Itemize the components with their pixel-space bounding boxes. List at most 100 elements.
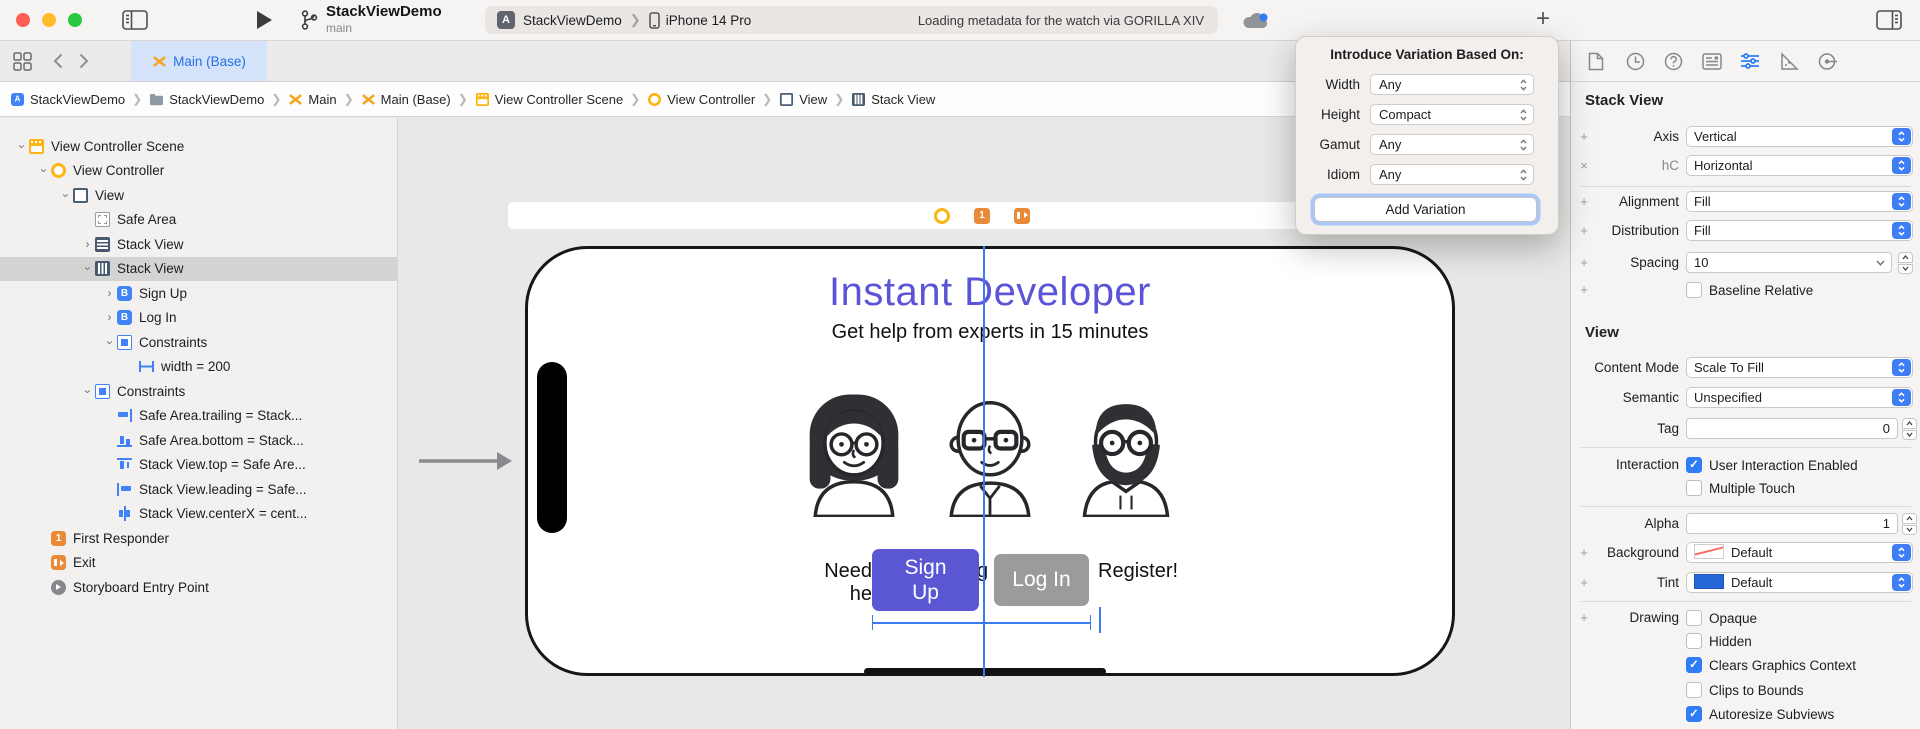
first-responder-dock-icon[interactable] bbox=[974, 208, 990, 224]
user-interaction-checkbox[interactable]: ✓ User Interaction Enabled bbox=[1686, 455, 1858, 475]
disclosure-chevron[interactable]: › bbox=[80, 384, 95, 399]
jump-item-view-controller[interactable]: View Controller bbox=[647, 92, 755, 107]
history-inspector-icon[interactable] bbox=[1625, 51, 1645, 71]
outline-row-constraint-centerx[interactable]: Stack View.centerX = cent... bbox=[0, 502, 397, 527]
hidden-checkbox[interactable]: Hidden bbox=[1686, 631, 1752, 651]
app-title-label[interactable]: Instant Developer bbox=[528, 270, 1452, 315]
sign-up-button[interactable]: Sign Up bbox=[872, 549, 979, 611]
scheme-name[interactable]: StackViewDemo bbox=[523, 13, 622, 28]
outline-row-view-controller[interactable]: › View Controller bbox=[0, 159, 397, 184]
baseline-relative-checkbox[interactable]: Baseline Relative bbox=[1686, 280, 1813, 300]
outline-row-width-constraint[interactable]: width = 200 bbox=[0, 355, 397, 380]
alpha-stepper[interactable] bbox=[1902, 513, 1917, 535]
outline-row-stack-view-h[interactable]: › Stack View bbox=[0, 232, 397, 257]
outline-row-safe-area[interactable]: Safe Area bbox=[0, 208, 397, 233]
jump-item-stack-view[interactable]: Stack View bbox=[851, 92, 935, 107]
disclosure-chevron[interactable]: › bbox=[102, 286, 117, 301]
zoom-window-button[interactable] bbox=[68, 13, 82, 27]
outline-row-exit[interactable]: Exit bbox=[0, 551, 397, 576]
avatar-beard-glasses[interactable] bbox=[1060, 380, 1193, 517]
outline-row-constraint-bottom[interactable]: Safe Area.bottom = Stack... bbox=[0, 428, 397, 453]
axis-popup[interactable]: Vertical bbox=[1686, 126, 1913, 147]
add-variation-button[interactable]: Add Variation bbox=[1314, 197, 1537, 222]
content-mode-popup[interactable]: Scale To Fill bbox=[1686, 357, 1913, 378]
outline-row-entry-point[interactable]: Storyboard Entry Point bbox=[0, 575, 397, 600]
outline-row-sign-up[interactable]: › Sign Up bbox=[0, 281, 397, 306]
disclosure-chevron[interactable]: › bbox=[102, 335, 117, 350]
editor-grid-icon[interactable] bbox=[8, 50, 36, 72]
disclosure-chevron[interactable]: › bbox=[58, 188, 73, 203]
file-inspector-icon[interactable] bbox=[1586, 51, 1606, 71]
outline-row-view[interactable]: › View bbox=[0, 183, 397, 208]
avatar-woman-glasses[interactable] bbox=[788, 380, 921, 517]
cloud-status-icon[interactable] bbox=[1240, 10, 1272, 32]
outline-row-constraint-trailing[interactable]: Safe Area.trailing = Stack... bbox=[0, 404, 397, 429]
jump-item-project[interactable]: StackViewDemo bbox=[10, 92, 125, 107]
view-controller-dock-icon[interactable] bbox=[934, 208, 950, 224]
multiple-touch-checkbox[interactable]: Multiple Touch bbox=[1686, 478, 1795, 498]
minimize-window-button[interactable] bbox=[42, 13, 56, 27]
help-inspector-icon[interactable] bbox=[1663, 51, 1683, 71]
tab-main-base[interactable]: Main (Base) bbox=[131, 41, 267, 81]
jump-item-view[interactable]: View bbox=[779, 92, 827, 107]
close-window-button[interactable] bbox=[16, 13, 30, 27]
spacing-stepper[interactable] bbox=[1898, 252, 1913, 274]
axis-variant-popup[interactable]: Horizontal bbox=[1686, 155, 1913, 176]
checkbox-checked[interactable]: ✓ bbox=[1686, 657, 1702, 673]
scheme-selector[interactable]: A StackViewDemo ❯ iPhone 14 Pro Loading … bbox=[485, 6, 1218, 34]
outline-row-scene[interactable]: › View Controller Scene bbox=[0, 134, 397, 159]
disclosure-chevron[interactable]: › bbox=[36, 163, 51, 178]
jump-item-scene[interactable]: View Controller Scene bbox=[475, 92, 623, 107]
forward-button[interactable] bbox=[74, 51, 94, 71]
disclosure-chevron[interactable]: › bbox=[14, 139, 29, 154]
opaque-checkbox[interactable]: Opaque bbox=[1686, 608, 1757, 628]
exit-dock-icon[interactable] bbox=[1014, 208, 1030, 224]
gamut-dropdown[interactable]: Any bbox=[1370, 134, 1534, 155]
size-inspector-icon[interactable] bbox=[1779, 51, 1799, 71]
jump-item-main[interactable]: Main bbox=[288, 92, 336, 107]
app-subtitle-label[interactable]: Get help from experts in 15 minutes bbox=[528, 321, 1452, 344]
checkbox-unchecked[interactable] bbox=[1686, 682, 1702, 698]
left-sidebar-toggle-icon[interactable] bbox=[120, 9, 150, 31]
checkbox-unchecked[interactable] bbox=[1686, 480, 1702, 496]
checkbox-unchecked[interactable] bbox=[1686, 282, 1702, 298]
semantic-popup[interactable]: Unspecified bbox=[1686, 387, 1913, 408]
background-popup[interactable]: Default bbox=[1686, 542, 1913, 563]
outline-row-log-in[interactable]: › Log In bbox=[0, 306, 397, 331]
add-button[interactable]: + bbox=[1530, 6, 1556, 32]
distribution-popup[interactable]: Fill bbox=[1686, 220, 1913, 241]
outline-row-constraints-outer[interactable]: › Constraints bbox=[0, 379, 397, 404]
tag-field[interactable]: 0 bbox=[1686, 418, 1898, 439]
outline-row-stack-view-selected[interactable]: › Stack View bbox=[0, 257, 397, 282]
checkbox-unchecked[interactable] bbox=[1686, 633, 1702, 649]
log-in-button[interactable]: Log In bbox=[994, 554, 1089, 606]
disclosure-chevron[interactable]: › bbox=[80, 261, 95, 276]
tint-popup[interactable]: Default bbox=[1686, 572, 1913, 593]
checkbox-checked[interactable]: ✓ bbox=[1686, 457, 1702, 473]
add-variation-icon[interactable]: + bbox=[1577, 279, 1591, 301]
outline-row-constraint-leading[interactable]: Stack View.leading = Safe... bbox=[0, 477, 397, 502]
connections-inspector-icon[interactable] bbox=[1818, 51, 1838, 71]
height-dropdown[interactable]: Compact bbox=[1370, 104, 1534, 125]
disclosure-chevron[interactable]: › bbox=[80, 237, 95, 252]
jump-item-folder[interactable]: StackViewDemo bbox=[149, 92, 264, 107]
checkbox-checked[interactable]: ✓ bbox=[1686, 706, 1702, 722]
autoresize-checkbox[interactable]: ✓ Autoresize Subviews bbox=[1686, 704, 1834, 724]
clears-graphics-checkbox[interactable]: ✓ Clears Graphics Context bbox=[1686, 655, 1856, 675]
back-button[interactable] bbox=[48, 51, 68, 71]
disclosure-chevron[interactable]: › bbox=[102, 310, 117, 325]
alignment-popup[interactable]: Fill bbox=[1686, 191, 1913, 212]
outline-row-constraint-top[interactable]: Stack View.top = Safe Are... bbox=[0, 453, 397, 478]
run-button[interactable] bbox=[254, 11, 274, 29]
idiom-dropdown[interactable]: Any bbox=[1370, 164, 1534, 185]
tag-stepper[interactable] bbox=[1902, 418, 1917, 440]
run-destination[interactable]: iPhone 14 Pro bbox=[666, 13, 752, 28]
clips-to-bounds-checkbox[interactable]: Clips to Bounds bbox=[1686, 680, 1804, 700]
alpha-field[interactable]: 1 bbox=[1686, 513, 1898, 534]
jump-item-main-base[interactable]: Main (Base) bbox=[361, 92, 451, 107]
iphone-14-pro-canvas[interactable]: Instant Developer Get help from experts … bbox=[525, 246, 1455, 676]
quick-help-inspector-icon[interactable] bbox=[1702, 51, 1722, 71]
checkbox-unchecked[interactable] bbox=[1686, 610, 1702, 626]
attributes-inspector-icon[interactable] bbox=[1740, 51, 1760, 71]
width-dropdown[interactable]: Any bbox=[1370, 74, 1534, 95]
